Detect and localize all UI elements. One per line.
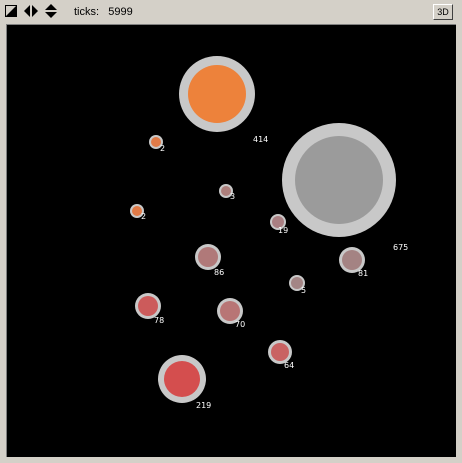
- node-label: 3: [230, 192, 235, 201]
- node: 675: [282, 123, 408, 252]
- node-core: [295, 136, 383, 224]
- node: 64: [268, 340, 294, 370]
- node-label: 78: [154, 316, 164, 325]
- node-label: 2: [141, 212, 146, 221]
- node: 70: [217, 298, 245, 329]
- node: 19: [270, 214, 288, 235]
- node-label: 19: [278, 226, 288, 235]
- node-core: [188, 65, 246, 123]
- node-label: 81: [358, 269, 368, 278]
- node: 86: [195, 244, 224, 277]
- toolbar: ticks: 5999 3D: [0, 0, 462, 24]
- node-core: [342, 250, 362, 270]
- node-core: [271, 343, 289, 361]
- ticks-counter: ticks: 5999: [74, 6, 133, 18]
- world-canvas: 4146752321986 81578 7064219: [7, 25, 455, 457]
- node: 414: [179, 56, 268, 144]
- world-view[interactable]: 414 675 2 3 2 19 86 81 5 78 70 64 219: [6, 24, 456, 457]
- node-label: 70: [235, 320, 245, 329]
- ticks-label: ticks:: [74, 6, 100, 18]
- node-label: 86: [214, 268, 224, 277]
- node-core: [138, 296, 158, 316]
- horizontal-arrows-icon[interactable]: [24, 3, 38, 19]
- 3d-view-button[interactable]: 3D: [433, 4, 453, 20]
- node-core: [198, 247, 218, 267]
- node-label: 219: [196, 401, 211, 410]
- node-core: [220, 301, 240, 321]
- node: 81: [339, 247, 368, 278]
- vertical-arrows-icon[interactable]: [44, 3, 58, 19]
- node: 2: [130, 204, 146, 221]
- node-label: 2: [160, 144, 165, 153]
- node-label: 675: [393, 243, 408, 252]
- ticks-value: 5999: [108, 6, 133, 18]
- pin-icon[interactable]: [4, 3, 18, 19]
- node: 2: [149, 135, 165, 153]
- node: 3: [219, 184, 235, 201]
- node-label: 414: [253, 135, 268, 144]
- node-label: 64: [284, 361, 294, 370]
- node: 219: [158, 355, 211, 410]
- node-core: [164, 361, 200, 397]
- model-window: ticks: 5999 3D 414 675 2 3 2 19 86 81 5 78 70 64 219: [0, 0, 462, 463]
- node: 5: [289, 275, 306, 295]
- node: 78: [135, 293, 164, 325]
- node-label: 5: [301, 286, 306, 295]
